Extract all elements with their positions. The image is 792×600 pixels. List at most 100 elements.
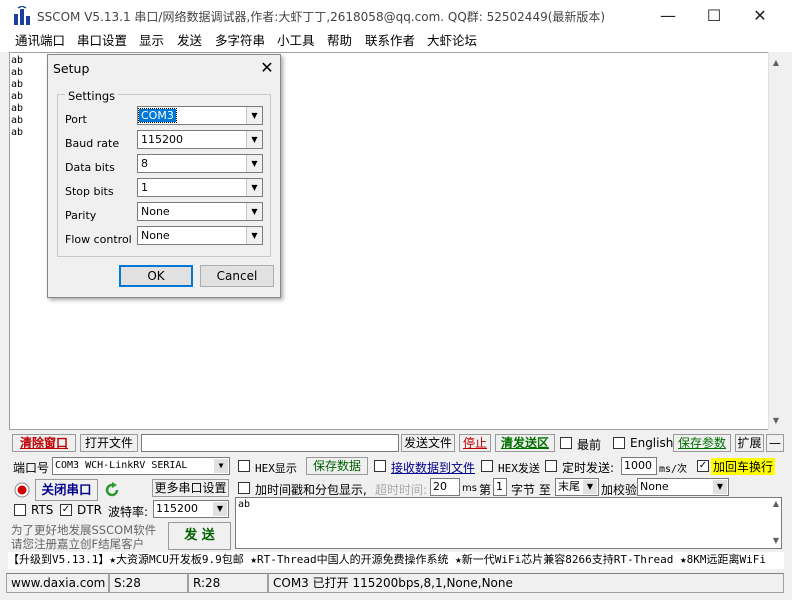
topmost-checkbox[interactable] bbox=[560, 437, 572, 449]
chevron-down-icon[interactable]: ▼ bbox=[246, 227, 262, 244]
receive-line: ab bbox=[11, 103, 24, 114]
menu-forum[interactable]: 大虾论坛 bbox=[427, 32, 477, 52]
cancel-button[interactable]: Cancel bbox=[200, 265, 274, 287]
send-text: ab bbox=[238, 499, 251, 510]
receive-line: ab bbox=[11, 55, 24, 66]
menu-tools[interactable]: 小工具 bbox=[277, 32, 315, 52]
port-select[interactable]: COM3 ▼ bbox=[137, 106, 263, 125]
rts-checkbox[interactable] bbox=[14, 504, 26, 516]
stop-button[interactable]: 停止 bbox=[459, 434, 491, 452]
checksum-select[interactable]: None ▼ bbox=[637, 478, 729, 496]
maximize-icon[interactable]: ☐ bbox=[691, 0, 737, 32]
checksum-label: 加校验 bbox=[601, 483, 638, 497]
data-bits-value: 8 bbox=[141, 157, 148, 170]
english-checkbox[interactable] bbox=[613, 437, 625, 449]
receive-line: ab bbox=[11, 91, 24, 102]
port-select-value: COM3 bbox=[138, 108, 177, 123]
open-file-button[interactable]: 打开文件 bbox=[80, 434, 138, 452]
send-scroll-down-icon[interactable]: ▼ bbox=[770, 536, 782, 545]
timestamp-checkbox[interactable] bbox=[238, 482, 250, 494]
promo-line-2: 请您注册嘉立创F结尾客户 bbox=[11, 537, 145, 551]
menu-bar: 通讯端口 串口设置 显示 发送 多字符串 小工具 帮助 联系作者 大虾论坛 bbox=[0, 32, 792, 52]
clear-window-button[interactable]: 清除窗口 bbox=[12, 434, 76, 452]
file-path-input[interactable] bbox=[141, 434, 399, 452]
close-window-icon[interactable]: ✕ bbox=[737, 0, 783, 32]
interval-unit-label: ms/次 bbox=[659, 464, 688, 475]
chevron-down-icon[interactable]: ▼ bbox=[246, 107, 262, 124]
add-crlf-checkbox[interactable]: ✓ bbox=[697, 460, 709, 472]
scroll-up-icon[interactable]: ▲ bbox=[770, 58, 782, 67]
flow-control-label: Flow control bbox=[65, 233, 132, 246]
status-bar: www.daxia.com S:28 R:28 COM3 已打开 115200b… bbox=[0, 573, 792, 593]
status-received-count: R:28 bbox=[188, 573, 268, 593]
chevron-down-icon[interactable]: ▼ bbox=[246, 131, 262, 148]
more-serial-settings-button[interactable]: 更多串口设置 bbox=[152, 479, 229, 497]
chevron-down-icon[interactable]: ▼ bbox=[214, 459, 228, 473]
settings-group-label: Settings bbox=[65, 89, 119, 103]
parity-select[interactable]: None ▼ bbox=[137, 202, 263, 221]
menu-multi-string[interactable]: 多字符串 bbox=[215, 32, 265, 52]
news-ticker[interactable]: 【升级到V5.13.1】★大资源MCU开发板9.9包邮 ★RT-Thread中国… bbox=[8, 552, 784, 569]
hex-display-checkbox[interactable] bbox=[238, 460, 250, 472]
timeout-input[interactable]: 20 bbox=[430, 478, 460, 496]
baud-rate-bar-select[interactable]: 115200 ▼ bbox=[153, 500, 229, 518]
port-number-value: COM3 WCH-LinkRV SERIAL bbox=[55, 460, 188, 471]
save-data-button[interactable]: 保存数据 bbox=[306, 457, 368, 475]
scroll-down-icon[interactable]: ▼ bbox=[770, 416, 782, 425]
menu-send[interactable]: 发送 bbox=[177, 32, 202, 52]
title-bar[interactable]: SSCOM V5.13.1 串口/网络数据调试器,作者:大虾丁丁,2618058… bbox=[0, 0, 792, 32]
chevron-down-icon[interactable]: ▼ bbox=[213, 502, 227, 516]
receive-line: ab bbox=[11, 115, 24, 126]
baud-rate-select[interactable]: 115200 ▼ bbox=[137, 130, 263, 149]
chevron-down-icon[interactable]: ▼ bbox=[246, 203, 262, 220]
timed-send-checkbox[interactable] bbox=[545, 460, 557, 472]
stop-bits-value: 1 bbox=[141, 181, 148, 194]
stop-bits-select[interactable]: 1 ▼ bbox=[137, 178, 263, 197]
port-number-select[interactable]: COM3 WCH-LinkRV SERIAL ▼ bbox=[52, 457, 230, 475]
recv-to-file-checkbox[interactable] bbox=[374, 460, 386, 472]
port-label: Port bbox=[65, 113, 87, 126]
receive-line: ab bbox=[11, 67, 24, 78]
clear-send-area-button[interactable]: 清发送区 bbox=[495, 434, 555, 452]
window-title: SSCOM V5.13.1 串口/网络数据调试器,作者:大虾丁丁,2618058… bbox=[37, 10, 606, 24]
save-params-button[interactable]: 保存参数 bbox=[673, 434, 731, 452]
send-scroll-up-icon[interactable]: ▲ bbox=[770, 499, 782, 508]
stop-bits-label: Stop bits bbox=[65, 185, 114, 198]
send-text-area[interactable]: ab bbox=[235, 497, 782, 549]
refresh-icon[interactable] bbox=[103, 481, 121, 499]
timed-send-label: 定时发送: bbox=[562, 461, 615, 475]
checksum-value: None bbox=[640, 480, 669, 493]
hex-send-checkbox[interactable] bbox=[481, 460, 493, 472]
dtr-label: DTR bbox=[77, 503, 102, 517]
chevron-down-icon[interactable]: ▼ bbox=[246, 179, 262, 196]
chevron-down-icon[interactable]: ▼ bbox=[713, 480, 727, 494]
ok-button[interactable]: OK bbox=[119, 265, 193, 287]
menu-display[interactable]: 显示 bbox=[139, 32, 164, 52]
menu-comm-port[interactable]: 通讯端口 bbox=[15, 32, 65, 52]
setup-dialog: Setup ✕ Settings Port COM3 ▼ Baud rate 1… bbox=[47, 54, 281, 298]
collapse-button[interactable]: — bbox=[766, 434, 784, 452]
menu-contact-author[interactable]: 联系作者 bbox=[365, 32, 415, 52]
timeout-unit: ms bbox=[462, 483, 477, 494]
status-website[interactable]: www.daxia.com bbox=[6, 573, 109, 593]
chevron-down-icon[interactable]: ▼ bbox=[583, 480, 597, 494]
byte-start-input[interactable]: 1 bbox=[493, 478, 507, 496]
interval-input[interactable]: 1000 bbox=[621, 457, 657, 475]
chevron-down-icon[interactable]: ▼ bbox=[246, 155, 262, 172]
minimize-icon[interactable]: — bbox=[645, 0, 691, 32]
menu-serial-settings[interactable]: 串口设置 bbox=[77, 32, 127, 52]
end-select[interactable]: 末尾 ▼ bbox=[555, 478, 599, 496]
dialog-close-icon[interactable]: ✕ bbox=[257, 57, 277, 79]
expand-button[interactable]: 扩展 bbox=[735, 434, 764, 452]
parity-label: Parity bbox=[65, 209, 97, 222]
close-port-button[interactable]: 关闭串口 bbox=[35, 479, 98, 501]
flow-control-select[interactable]: None ▼ bbox=[137, 226, 263, 245]
send-button[interactable]: 发 送 bbox=[168, 522, 231, 550]
send-file-button[interactable]: 发送文件 bbox=[401, 434, 455, 452]
receive-scrollbar[interactable] bbox=[768, 52, 784, 430]
data-bits-select[interactable]: 8 ▼ bbox=[137, 154, 263, 173]
menu-help[interactable]: 帮助 bbox=[327, 32, 352, 52]
dtr-checkbox[interactable]: ✓ bbox=[60, 504, 72, 516]
recv-to-file-label[interactable]: 接收数据到文件 bbox=[391, 459, 475, 476]
status-port-info: COM3 已打开 115200bps,8,1,None,None bbox=[268, 573, 784, 593]
